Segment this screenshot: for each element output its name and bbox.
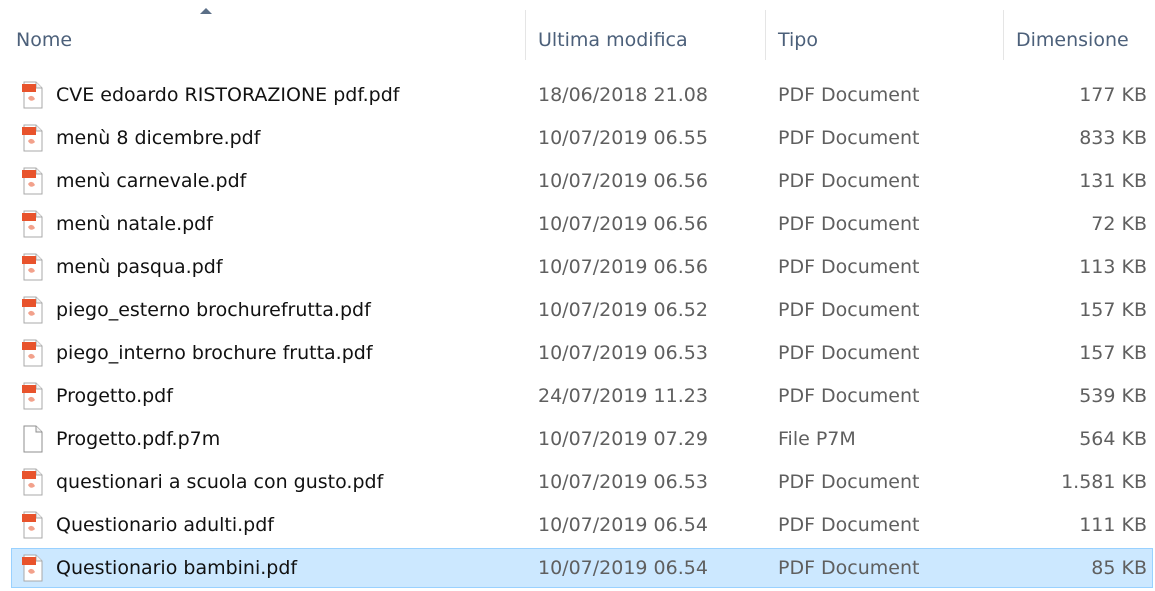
file-row[interactable]: piego_esterno brochurefrutta.pdf 10/07/2… — [0, 290, 1155, 333]
column-header-type[interactable]: Tipo — [778, 26, 818, 56]
file-name[interactable]: menù pasqua.pdf — [56, 247, 223, 287]
column-header-modified[interactable]: Ultima modifica — [538, 26, 688, 56]
file-size: 131 KB — [1079, 170, 1147, 192]
file-name[interactable]: piego_esterno brochurefrutta.pdf — [56, 290, 371, 330]
file-name[interactable]: Progetto.pdf — [56, 376, 173, 416]
file-modified-date: 10/07/2019 06.53 — [538, 342, 708, 364]
file-list: CVE edoardo RISTORAZIONE pdf.pdf 18/06/2… — [0, 75, 1155, 591]
pdf-file-icon — [21, 511, 45, 539]
file-size: 177 KB — [1079, 84, 1147, 106]
file-size: 564 KB — [1079, 428, 1147, 450]
file-row[interactable]: piego_interno brochure frutta.pdf 10/07/… — [0, 333, 1155, 376]
file-type: PDF Document — [778, 514, 920, 536]
file-row[interactable]: Questionario adulti.pdf 10/07/2019 06.54… — [0, 505, 1155, 548]
file-type: PDF Document — [778, 342, 920, 364]
column-separator[interactable] — [525, 10, 526, 60]
file-size: 833 KB — [1079, 127, 1147, 149]
file-type: PDF Document — [778, 84, 920, 106]
file-name[interactable]: CVE edoardo RISTORAZIONE pdf.pdf — [56, 75, 400, 115]
file-row[interactable]: menù pasqua.pdf 10/07/2019 06.56 PDF Doc… — [0, 247, 1155, 290]
file-row[interactable]: Progetto.pdf 24/07/2019 11.23 PDF Docume… — [0, 376, 1155, 419]
pdf-file-icon — [21, 210, 45, 238]
file-modified-date: 10/07/2019 06.56 — [538, 256, 708, 278]
file-modified-date: 10/07/2019 06.54 — [538, 557, 708, 579]
file-modified-date: 10/07/2019 06.56 — [538, 170, 708, 192]
file-modified-date: 24/07/2019 11.23 — [538, 385, 708, 407]
file-modified-date: 10/07/2019 06.56 — [538, 213, 708, 235]
file-name[interactable]: menù natale.pdf — [56, 204, 213, 244]
file-size: 157 KB — [1079, 299, 1147, 321]
pdf-file-icon — [21, 296, 45, 324]
column-separator[interactable] — [765, 10, 766, 60]
pdf-file-icon — [21, 468, 45, 496]
pdf-file-icon — [21, 554, 45, 582]
file-modified-date: 10/07/2019 06.54 — [538, 514, 708, 536]
file-type: PDF Document — [778, 557, 920, 579]
file-type: PDF Document — [778, 471, 920, 493]
file-name[interactable]: Questionario adulti.pdf — [56, 505, 274, 545]
file-size: 157 KB — [1079, 342, 1147, 364]
column-separator[interactable] — [1003, 10, 1004, 60]
pdf-file-icon — [21, 339, 45, 367]
file-type: PDF Document — [778, 299, 920, 321]
sort-ascending-icon — [200, 8, 212, 14]
column-header-name[interactable]: Nome — [16, 26, 72, 56]
file-size: 72 KB — [1091, 213, 1147, 235]
file-modified-date: 10/07/2019 06.52 — [538, 299, 708, 321]
file-size: 111 KB — [1079, 514, 1147, 536]
file-size: 539 KB — [1079, 385, 1147, 407]
column-header-size[interactable]: Dimensione — [1016, 26, 1129, 56]
pdf-file-icon — [21, 382, 45, 410]
file-type: PDF Document — [778, 170, 920, 192]
file-type: PDF Document — [778, 385, 920, 407]
file-type: PDF Document — [778, 213, 920, 235]
pdf-file-icon — [21, 253, 45, 281]
column-header-bar: Nome Ultima modifica Tipo Dimensione — [0, 0, 1155, 70]
file-name[interactable]: piego_interno brochure frutta.pdf — [56, 333, 373, 373]
file-name[interactable]: Questionario bambini.pdf — [56, 548, 297, 588]
file-row[interactable]: Progetto.pdf.p7m 10/07/2019 07.29 File P… — [0, 419, 1155, 462]
pdf-file-icon — [21, 81, 45, 109]
file-row[interactable]: menù carnevale.pdf 10/07/2019 06.56 PDF … — [0, 161, 1155, 204]
file-size: 1.581 KB — [1061, 471, 1147, 493]
file-name[interactable]: menù carnevale.pdf — [56, 161, 246, 201]
file-row[interactable]: CVE edoardo RISTORAZIONE pdf.pdf 18/06/2… — [0, 75, 1155, 118]
pdf-file-icon — [21, 167, 45, 195]
file-modified-date: 10/07/2019 07.29 — [538, 428, 708, 450]
file-row[interactable]: Questionario bambini.pdf 10/07/2019 06.5… — [0, 548, 1155, 591]
file-modified-date: 18/06/2018 21.08 — [538, 84, 708, 106]
file-modified-date: 10/07/2019 06.55 — [538, 127, 708, 149]
file-size: 113 KB — [1079, 256, 1147, 278]
file-name[interactable]: questionari a scuola con gusto.pdf — [56, 462, 383, 502]
file-row[interactable]: questionari a scuola con gusto.pdf 10/07… — [0, 462, 1155, 505]
file-modified-date: 10/07/2019 06.53 — [538, 471, 708, 493]
blank-file-icon — [21, 425, 45, 453]
file-name[interactable]: Progetto.pdf.p7m — [56, 419, 220, 459]
file-row[interactable]: menù natale.pdf 10/07/2019 06.56 PDF Doc… — [0, 204, 1155, 247]
file-row[interactable]: menù 8 dicembre.pdf 10/07/2019 06.55 PDF… — [0, 118, 1155, 161]
pdf-file-icon — [21, 124, 45, 152]
file-size: 85 KB — [1091, 557, 1147, 579]
file-type: PDF Document — [778, 256, 920, 278]
file-type: File P7M — [778, 428, 856, 450]
file-type: PDF Document — [778, 127, 920, 149]
file-name[interactable]: menù 8 dicembre.pdf — [56, 118, 260, 158]
